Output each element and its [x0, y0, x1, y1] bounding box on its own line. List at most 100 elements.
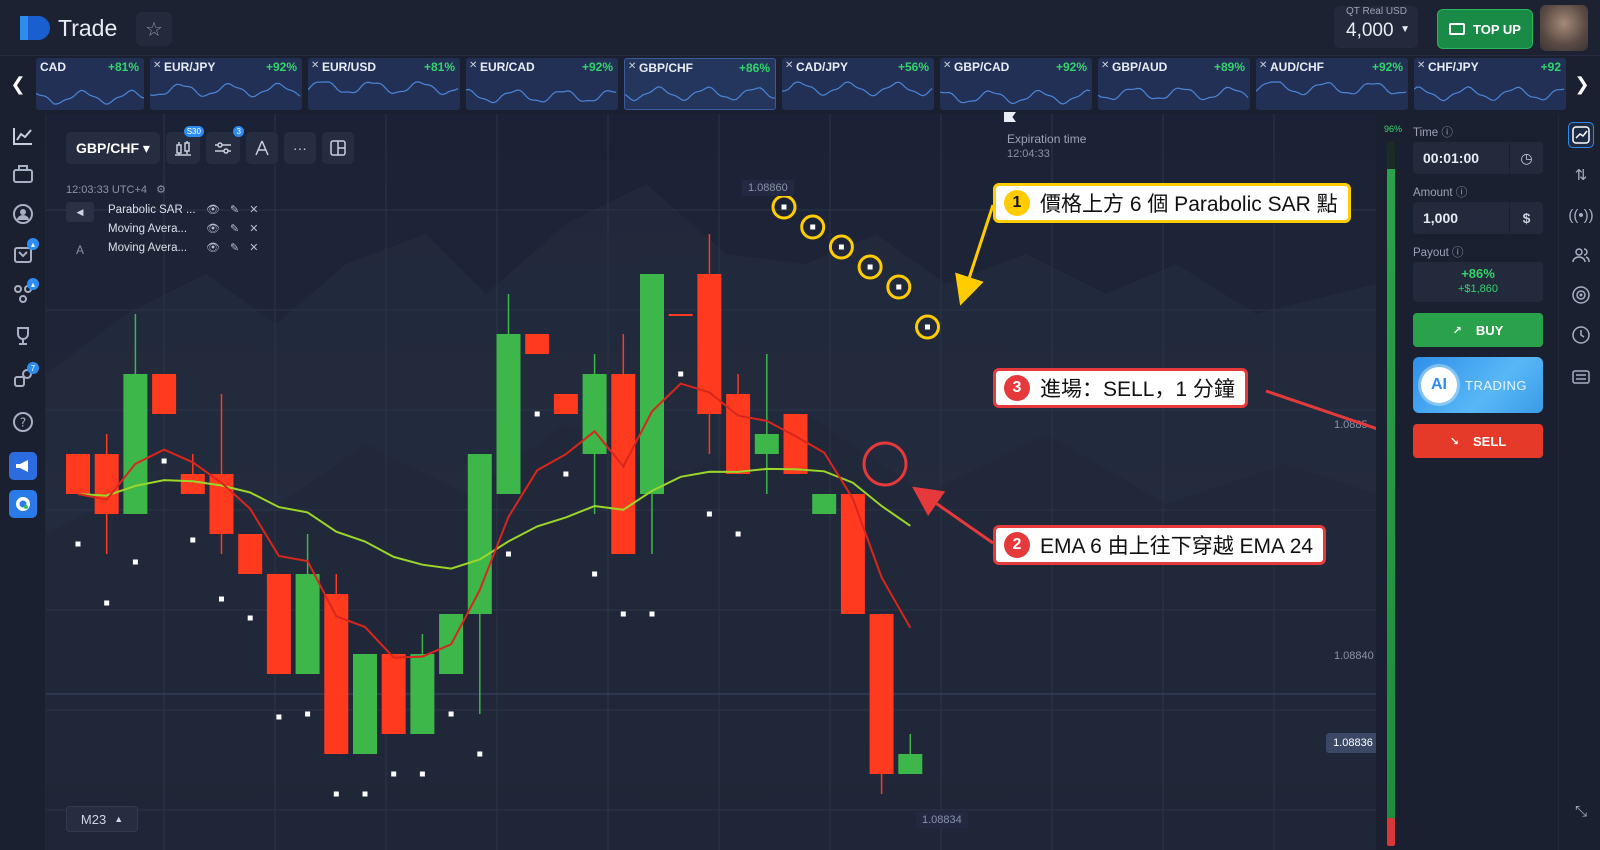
- indicator-row: A Moving Avera... 👁 ✎ ✕: [66, 240, 260, 259]
- asset-name: AUD/CHF: [1270, 60, 1324, 74]
- asset-payout: +86%: [738, 61, 770, 75]
- sparkline: [940, 89, 1091, 105]
- asset-tile-gbp-cad[interactable]: GBP/CAD +92% ✕: [940, 58, 1092, 110]
- amount-input[interactable]: 1,000 $: [1413, 202, 1543, 234]
- logo[interactable]: Trade: [18, 14, 117, 42]
- asset-tile-eur-usd[interactable]: EUR/USD +81% ✕: [308, 58, 460, 110]
- candle-body: [266, 574, 291, 674]
- dollar-icon[interactable]: $: [1509, 202, 1543, 234]
- avatar[interactable]: [1540, 5, 1588, 51]
- close-icon[interactable]: ✕: [628, 61, 636, 72]
- sar-dot: [735, 531, 741, 537]
- asset-tile-cad[interactable]: CAD +81%: [36, 58, 144, 110]
- chart-icon[interactable]: [11, 124, 35, 148]
- chevron-left-icon[interactable]: ❮: [0, 56, 36, 112]
- close-icon[interactable]: ✕: [249, 203, 258, 216]
- drawing-tool-button[interactable]: [245, 132, 278, 164]
- eye-icon[interactable]: 👁: [206, 203, 220, 216]
- briefcase-icon[interactable]: [11, 162, 35, 186]
- candle-body: [898, 754, 923, 774]
- clock-icon[interactable]: ◷: [1509, 142, 1543, 174]
- chevron-right-icon[interactable]: ❯: [1564, 56, 1600, 112]
- sar-dot: [706, 511, 712, 517]
- asset-payout: +81%: [423, 60, 455, 74]
- close-icon[interactable]: ✕: [249, 241, 258, 254]
- asset-tile-chf-jpy[interactable]: CHF/JPY +92 ✕: [1414, 58, 1566, 110]
- annotation-number: 2: [1004, 532, 1030, 558]
- trades-chart-icon[interactable]: [1568, 122, 1594, 148]
- swap-icon[interactable]: ⇅: [1568, 162, 1594, 188]
- app-logo-icon[interactable]: [9, 490, 37, 518]
- asset-tile-eur-jpy[interactable]: EUR/JPY +92% ✕: [150, 58, 302, 110]
- sar-dot: [781, 204, 787, 210]
- close-icon[interactable]: ✕: [943, 60, 951, 71]
- gear-icon[interactable]: ⚙: [156, 184, 166, 196]
- sentiment-fill: [1387, 168, 1395, 831]
- time-input[interactable]: 00:01:00 ◷: [1413, 142, 1543, 174]
- candle-body: [123, 374, 148, 514]
- buy-button[interactable]: ↗ BUY: [1413, 313, 1543, 347]
- asset-payout: +92%: [1055, 60, 1087, 74]
- user-icon[interactable]: [11, 202, 35, 226]
- indicators-button[interactable]: 3: [205, 126, 244, 164]
- account-selector[interactable]: QT Real USD 4,000 ▼: [1334, 6, 1418, 48]
- layout-button[interactable]: [321, 132, 354, 164]
- target-icon[interactable]: [1568, 282, 1594, 308]
- server-time: 12:03:33 UTC+4 ⚙: [66, 183, 166, 196]
- close-icon[interactable]: ✕: [785, 60, 793, 71]
- help-icon[interactable]: ?: [11, 410, 35, 434]
- asset-tile-aud-chf[interactable]: AUD/CHF +92% ✕: [1256, 58, 1408, 110]
- pair-selector[interactable]: GBP/CHF ▾: [66, 132, 160, 164]
- megaphone-icon[interactable]: [9, 452, 37, 480]
- timeframe-selector[interactable]: M23 ▲: [66, 806, 138, 832]
- pencil-icon[interactable]: ✎: [230, 203, 239, 216]
- candles-icon: [174, 141, 191, 156]
- candles-type-button[interactable]: S30: [165, 126, 204, 164]
- close-icon[interactable]: ✕: [249, 222, 258, 235]
- group-icon[interactable]: 7: [11, 362, 39, 390]
- font-toggle-icon[interactable]: A: [66, 240, 94, 260]
- top-up-button[interactable]: TOP UP: [1437, 9, 1533, 49]
- asset-name: EUR/USD: [322, 60, 377, 74]
- trophy-icon[interactable]: [11, 324, 35, 348]
- fullscreen-icon[interactable]: ⤡: [1568, 798, 1594, 824]
- keyboard-icon[interactable]: [1568, 364, 1594, 390]
- sar-dot: [219, 596, 224, 602]
- favorite-star-icon[interactable]: ☆: [136, 12, 172, 46]
- close-icon[interactable]: ✕: [469, 60, 477, 71]
- close-icon[interactable]: ✕: [1101, 60, 1109, 71]
- bell-icon[interactable]: ▴: [11, 238, 39, 266]
- sar-dot: [104, 600, 110, 606]
- arrow-down-right-icon: ↘: [1449, 435, 1459, 448]
- eye-icon[interactable]: 👁: [206, 222, 220, 235]
- close-icon[interactable]: ✕: [311, 60, 319, 71]
- asset-tile-cad-jpy[interactable]: CAD/JPY +56% ✕: [782, 58, 934, 110]
- asset-tile-gbp-chf[interactable]: GBP/CHF +86% ✕: [624, 58, 776, 110]
- asset-tile-eur-cad[interactable]: EUR/CAD +92% ✕: [466, 58, 618, 110]
- indicator-name[interactable]: Parabolic SAR ...: [108, 204, 196, 216]
- users-icon[interactable]: [1568, 242, 1594, 268]
- pencil-icon[interactable]: ✎: [230, 241, 239, 254]
- more-options-button[interactable]: ···: [283, 132, 316, 164]
- annotation-2: 2 EMA 6 由上往下穿越 EMA 24: [993, 525, 1327, 565]
- price-axis-label: 1.0885: [1334, 419, 1368, 431]
- asset-name: CAD/JPY: [796, 60, 849, 74]
- candle-body: [840, 494, 865, 614]
- close-icon[interactable]: ✕: [153, 60, 161, 71]
- indicator-name[interactable]: Moving Avera...: [108, 242, 187, 254]
- pencil-icon[interactable]: ✎: [230, 222, 239, 235]
- history-icon[interactable]: [1568, 322, 1594, 348]
- asset-payout: +92: [1540, 60, 1561, 74]
- indicator-name[interactable]: Moving Avera...: [108, 223, 187, 235]
- collapse-arrow-icon[interactable]: ◀: [66, 202, 94, 222]
- close-icon[interactable]: ✕: [1417, 60, 1425, 71]
- sell-button[interactable]: ↘ SELL: [1413, 424, 1543, 458]
- gift-icon[interactable]: ▴: [11, 278, 39, 306]
- close-icon[interactable]: ✕: [1259, 60, 1267, 71]
- ai-trading-button[interactable]: AI TRADING: [1413, 357, 1543, 413]
- candle-body: [324, 594, 349, 754]
- eye-icon[interactable]: 👁: [206, 241, 220, 254]
- signal-icon[interactable]: ((•)): [1568, 202, 1594, 228]
- annotation-number: 1: [1004, 190, 1030, 216]
- asset-tile-gbp-aud[interactable]: GBP/AUD +89% ✕: [1098, 58, 1250, 110]
